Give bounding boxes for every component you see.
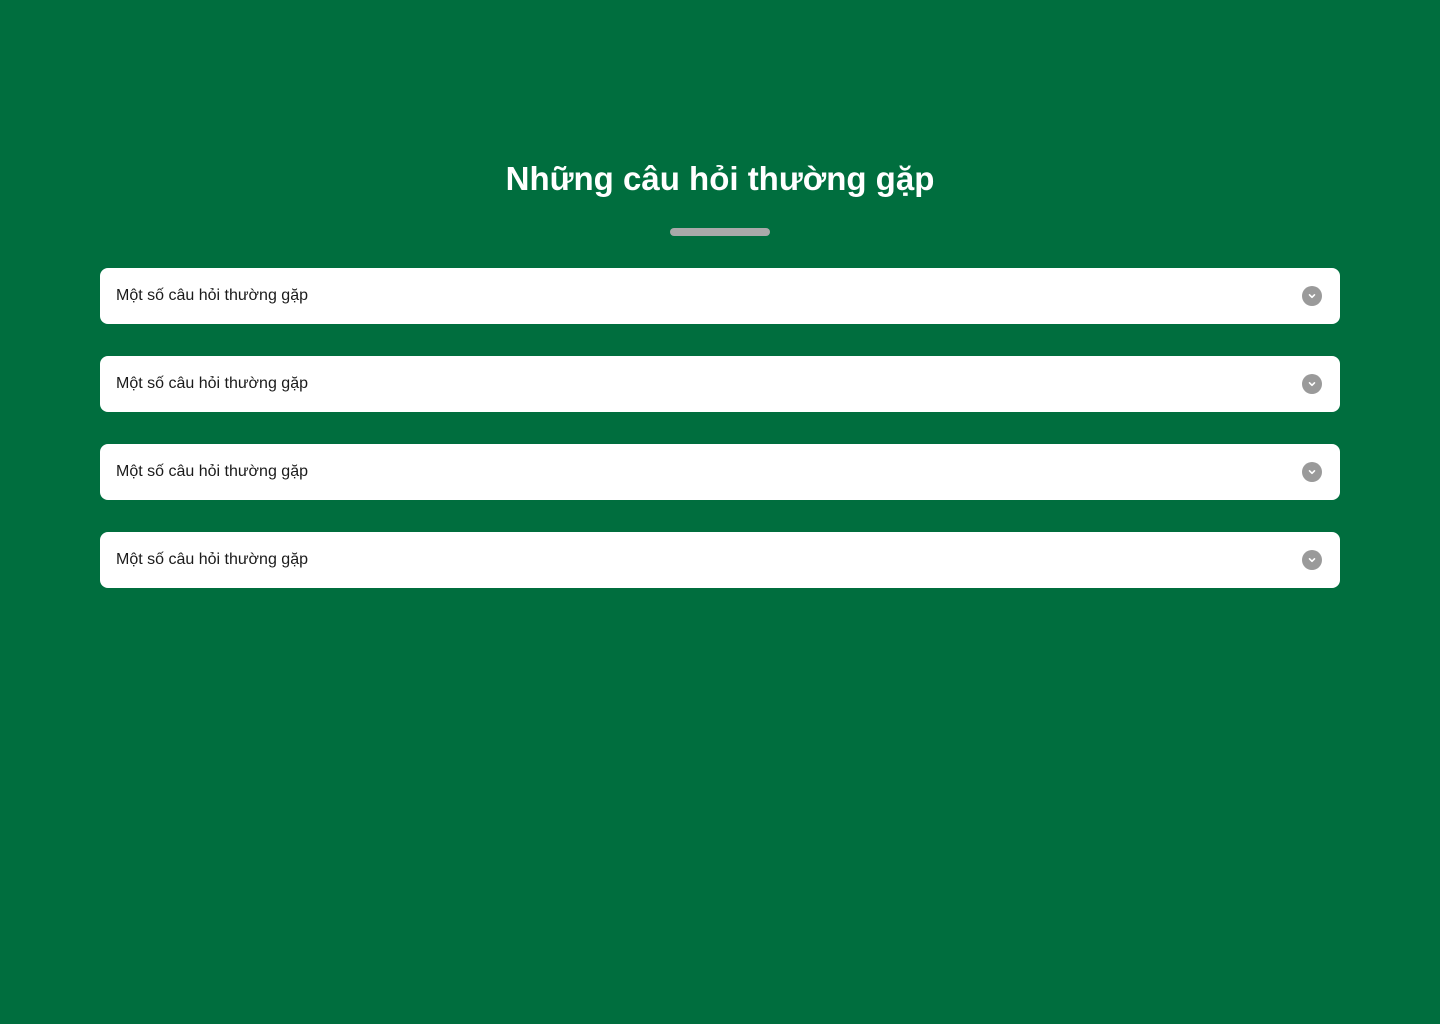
faq-item[interactable]: Một số câu hỏi thường gặp	[100, 532, 1340, 588]
title-divider	[670, 228, 770, 236]
faq-question: Một số câu hỏi thường gặp	[116, 551, 308, 568]
faq-list: Một số câu hỏi thường gặp Một số câu hỏi…	[100, 268, 1340, 620]
page-title: Những câu hỏi thường gặp	[505, 160, 935, 197]
faq-item[interactable]: Một số câu hỏi thường gặp	[100, 356, 1340, 412]
faq-question: Một số câu hỏi thường gặp	[116, 287, 308, 304]
faq-question: Một số câu hỏi thường gặp	[116, 375, 308, 392]
chevron-down-icon[interactable]	[1302, 550, 1322, 570]
chevron-down-icon[interactable]	[1302, 286, 1322, 306]
faq-item[interactable]: Một số câu hỏi thường gặp	[100, 268, 1340, 324]
chevron-down-icon[interactable]	[1302, 374, 1322, 394]
chevron-down-icon[interactable]	[1302, 462, 1322, 482]
faq-item[interactable]: Một số câu hỏi thường gặp	[100, 444, 1340, 500]
faq-question: Một số câu hỏi thường gặp	[116, 463, 308, 480]
